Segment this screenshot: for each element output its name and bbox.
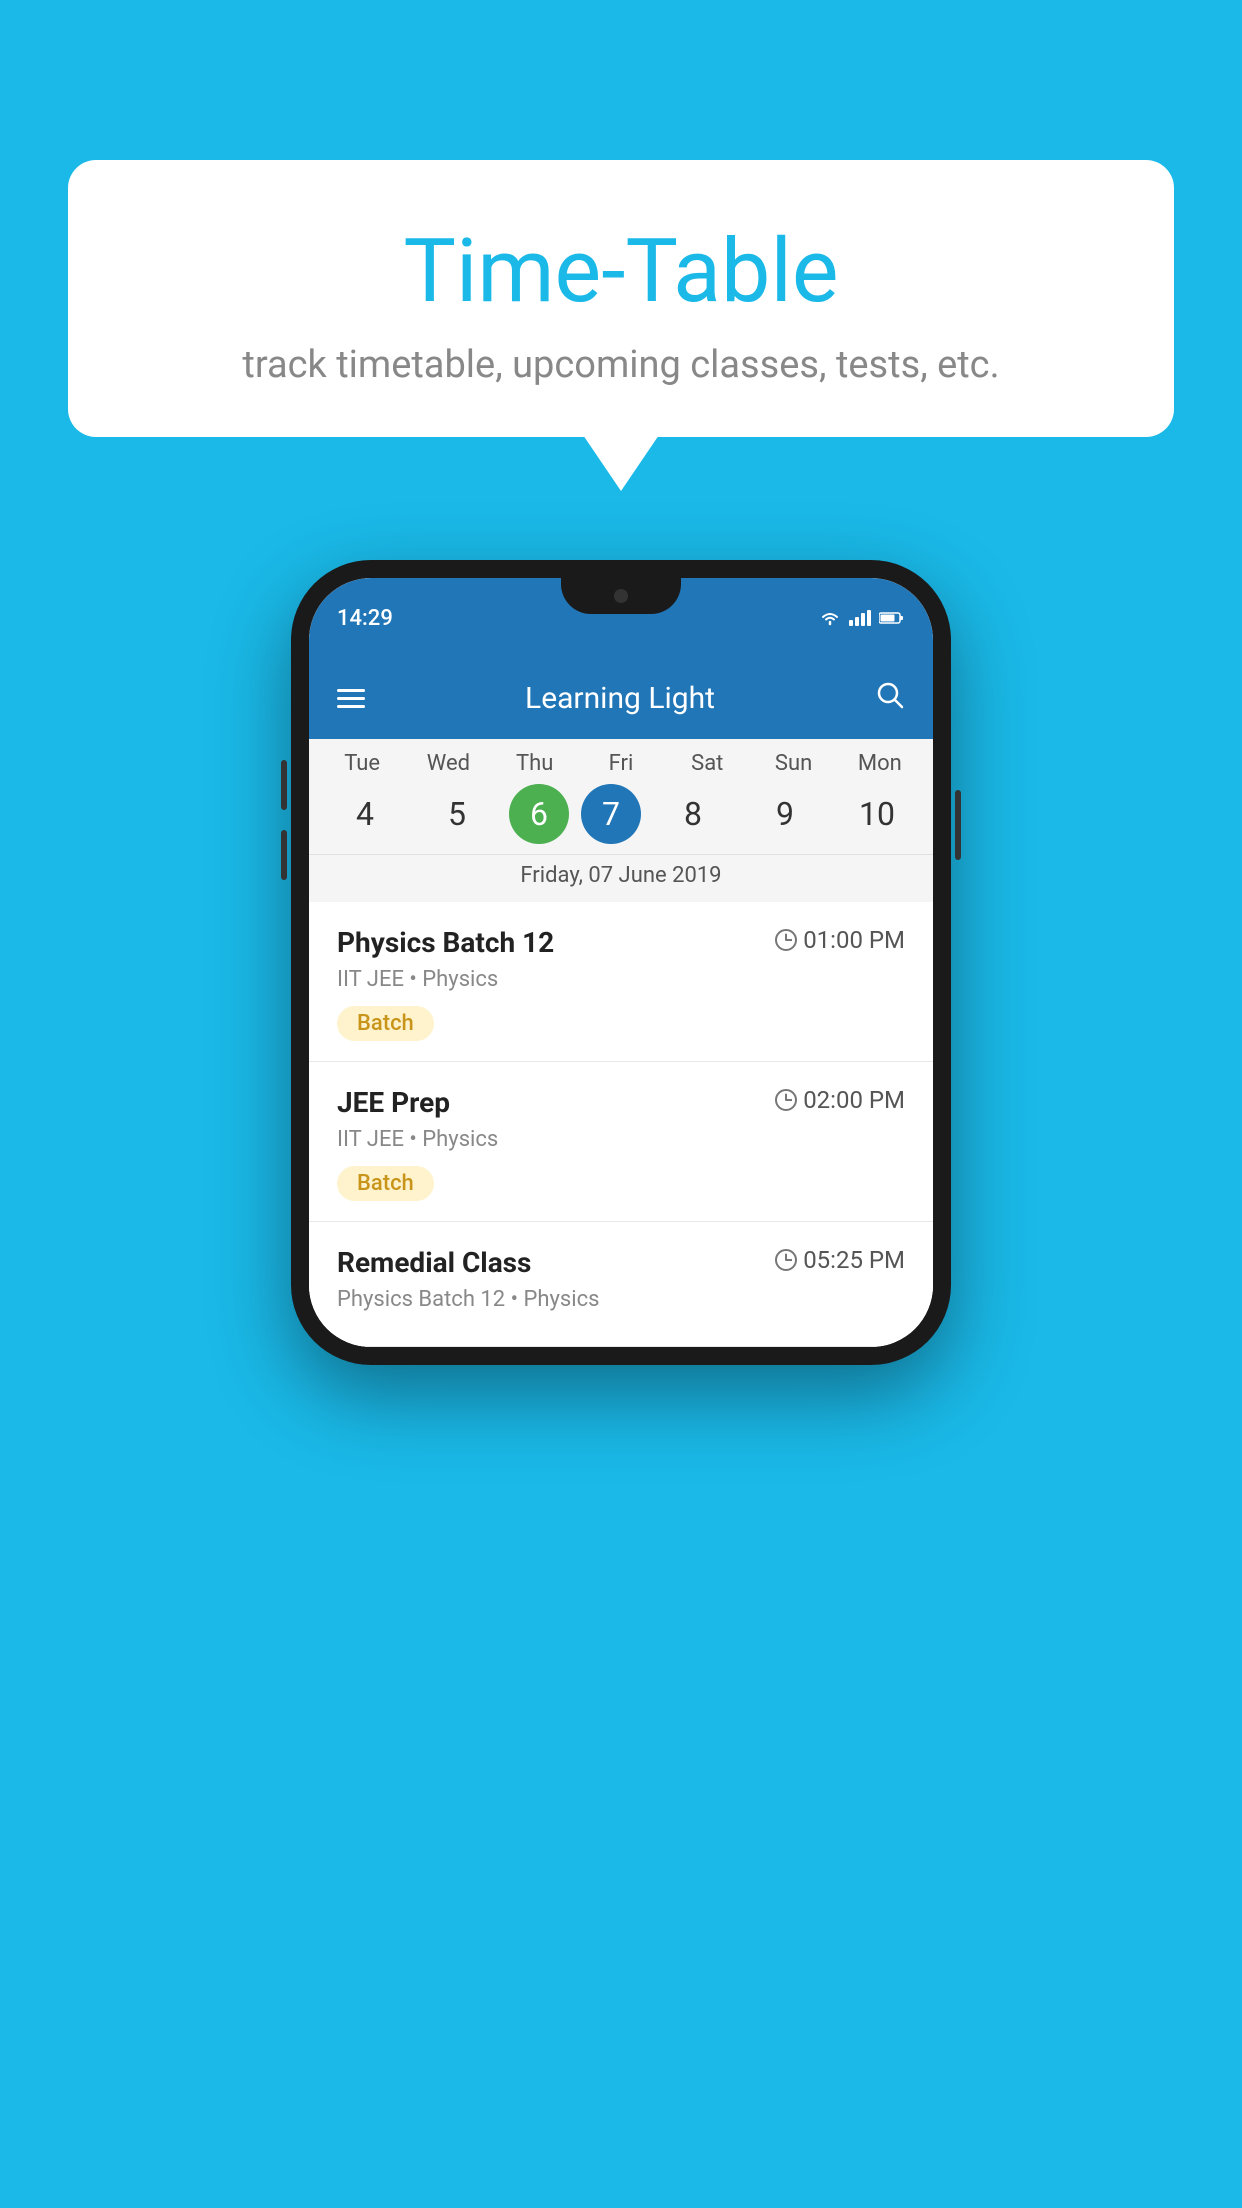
camera	[614, 589, 628, 603]
class-time-text-3: 05:25 PM	[803, 1246, 905, 1274]
date-5[interactable]: 5	[417, 784, 497, 844]
clock-icon-3	[775, 1249, 797, 1271]
class-meta-1: IIT JEE • Physics	[337, 967, 905, 992]
class-time-2: 02:00 PM	[775, 1086, 905, 1114]
class-name-3: Remedial Class	[337, 1246, 531, 1279]
class-list: Physics Batch 12 01:00 PM IIT JEE • Phys…	[309, 902, 933, 1347]
bubble-subtitle: track timetable, upcoming classes, tests…	[118, 343, 1124, 387]
day-wed: Wed	[408, 751, 488, 776]
day-numbers: 4 5 6 7 8 9 10	[309, 784, 933, 854]
battery-icon	[879, 611, 905, 625]
phone-mockup: 14:29	[291, 560, 951, 1365]
day-headers: Tue Wed Thu Fri Sat Sun Mon	[309, 751, 933, 784]
date-8[interactable]: 8	[653, 784, 733, 844]
volume-down-button	[281, 830, 287, 880]
hamburger-line-1	[337, 689, 365, 692]
class-name-2: JEE Prep	[337, 1086, 450, 1119]
wifi-icon	[819, 610, 841, 626]
class-card-2[interactable]: JEE Prep 02:00 PM IIT JEE • Physics Batc…	[309, 1062, 933, 1222]
class-time-text-1: 01:00 PM	[803, 926, 905, 954]
hamburger-line-3	[337, 705, 365, 708]
class-card-header-1: Physics Batch 12 01:00 PM	[337, 926, 905, 959]
date-4[interactable]: 4	[325, 784, 405, 844]
day-sat: Sat	[667, 751, 747, 776]
class-time-1: 01:00 PM	[775, 926, 905, 954]
status-icons	[819, 610, 905, 626]
search-button[interactable]	[875, 680, 905, 717]
date-9[interactable]: 9	[745, 784, 825, 844]
class-meta-2: IIT JEE • Physics	[337, 1127, 905, 1152]
date-10[interactable]: 10	[837, 784, 917, 844]
clock-icon-1	[775, 929, 797, 951]
power-button	[955, 790, 961, 860]
class-time-3: 05:25 PM	[775, 1246, 905, 1274]
batch-badge-2: Batch	[337, 1166, 434, 1201]
phone-screen: 14:29	[309, 578, 933, 1347]
class-card-header-2: JEE Prep 02:00 PM	[337, 1086, 905, 1119]
class-card-header-3: Remedial Class 05:25 PM	[337, 1246, 905, 1279]
day-tue: Tue	[322, 751, 402, 776]
class-name-1: Physics Batch 12	[337, 926, 554, 959]
day-fri: Fri	[581, 751, 661, 776]
bubble-title: Time-Table	[118, 220, 1124, 323]
app-title: Learning Light	[525, 681, 715, 716]
class-card-3[interactable]: Remedial Class 05:25 PM Physics Batch 12…	[309, 1222, 933, 1347]
class-card-1[interactable]: Physics Batch 12 01:00 PM IIT JEE • Phys…	[309, 902, 933, 1062]
day-mon: Mon	[840, 751, 920, 776]
clock-icon-2	[775, 1089, 797, 1111]
volume-up-button	[281, 760, 287, 810]
app-header: Learning Light	[309, 658, 933, 739]
menu-button[interactable]	[337, 689, 365, 708]
hamburger-line-2	[337, 697, 365, 700]
batch-badge-1: Batch	[337, 1006, 434, 1041]
status-time: 14:29	[337, 606, 393, 631]
date-6-today[interactable]: 6	[509, 784, 569, 844]
status-bar: 14:29	[309, 578, 933, 658]
date-7-selected[interactable]: 7	[581, 784, 641, 844]
phone-notch	[561, 578, 681, 614]
current-date: Friday, 07 June 2019	[309, 854, 933, 902]
day-thu: Thu	[495, 751, 575, 776]
speech-bubble: Time-Table track timetable, upcoming cla…	[68, 160, 1174, 437]
class-meta-3: Physics Batch 12 • Physics	[337, 1287, 905, 1312]
calendar-strip: Tue Wed Thu Fri Sat Sun Mon 4 5 6 7 8 9 …	[309, 739, 933, 902]
day-sun: Sun	[754, 751, 834, 776]
signal-icon	[849, 610, 871, 626]
class-time-text-2: 02:00 PM	[803, 1086, 905, 1114]
